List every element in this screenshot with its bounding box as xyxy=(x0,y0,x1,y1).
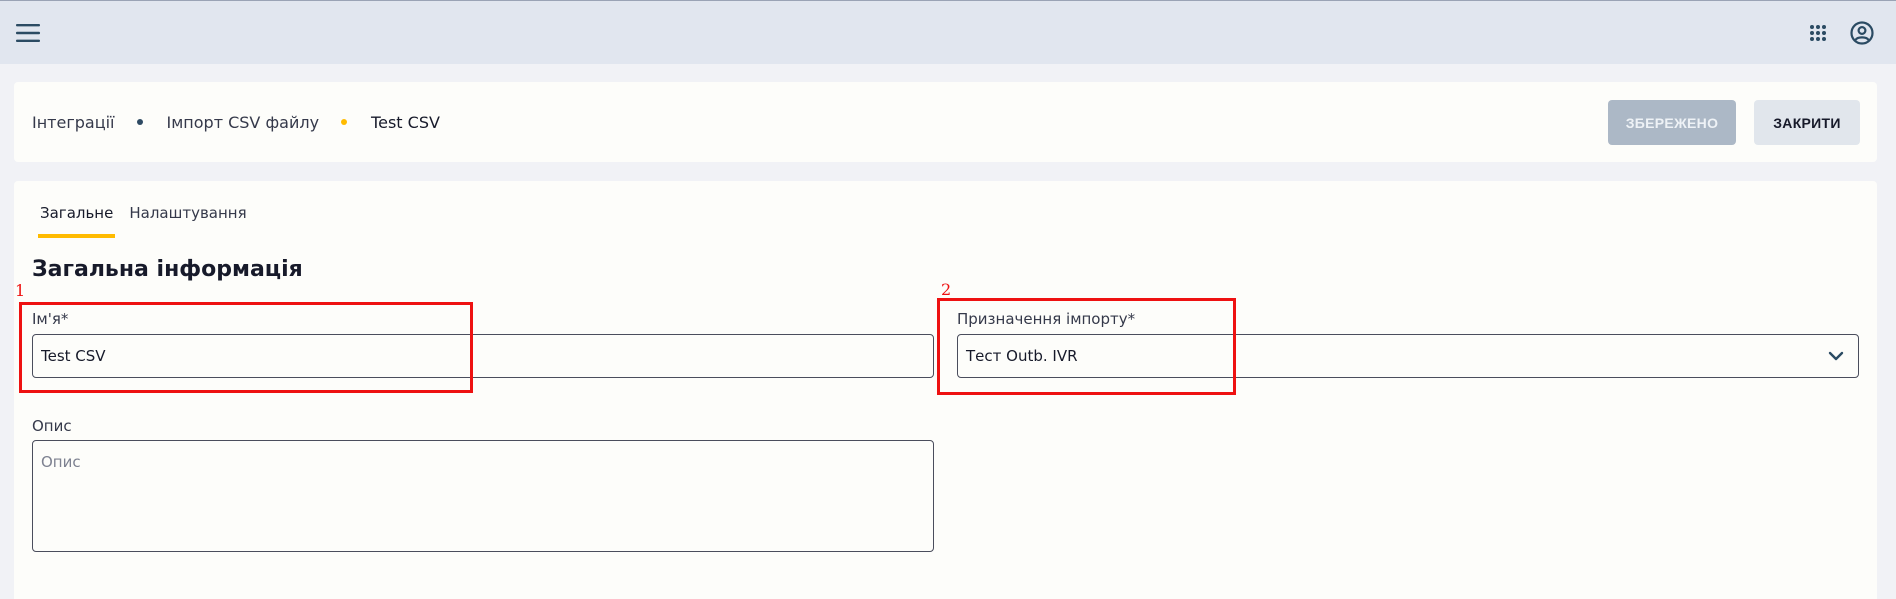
tab-settings[interactable]: Налаштування xyxy=(129,201,246,238)
breadcrumb: Інтеграції Імпорт CSV файлу Test CSV xyxy=(32,82,440,162)
close-button[interactable]: ЗАКРИТИ xyxy=(1754,100,1860,145)
tabs: Загальне Налаштування xyxy=(38,201,261,238)
description-label: Опис xyxy=(32,417,72,435)
description-textarea[interactable] xyxy=(32,440,934,552)
annotation-box-2 xyxy=(937,298,1236,395)
breadcrumb-current: Test CSV xyxy=(371,112,440,132)
apps-grid-icon[interactable] xyxy=(1804,19,1832,47)
breadcrumb-separator-current xyxy=(341,119,348,125)
breadcrumb-csv-import[interactable]: Імпорт CSV файлу xyxy=(167,113,320,132)
top-bar xyxy=(0,0,1896,64)
tab-general[interactable]: Загальне xyxy=(38,201,116,238)
header-card: Інтеграції Імпорт CSV файлу Test CSV ЗБЕ… xyxy=(14,82,1877,162)
account-circle-icon[interactable] xyxy=(1847,18,1877,48)
annotation-number-1: 1 xyxy=(15,281,26,300)
annotation-box-1 xyxy=(19,302,473,393)
annotation-number-2: 2 xyxy=(941,280,952,299)
chevron-down-icon[interactable] xyxy=(1824,344,1848,368)
saved-button[interactable]: ЗБЕРЕЖЕНО xyxy=(1608,100,1736,145)
section-title: Загальна інформація xyxy=(32,257,303,282)
breadcrumb-integrations[interactable]: Інтеграції xyxy=(32,113,115,132)
hamburger-menu-icon[interactable] xyxy=(12,17,44,49)
breadcrumb-separator xyxy=(136,119,143,125)
